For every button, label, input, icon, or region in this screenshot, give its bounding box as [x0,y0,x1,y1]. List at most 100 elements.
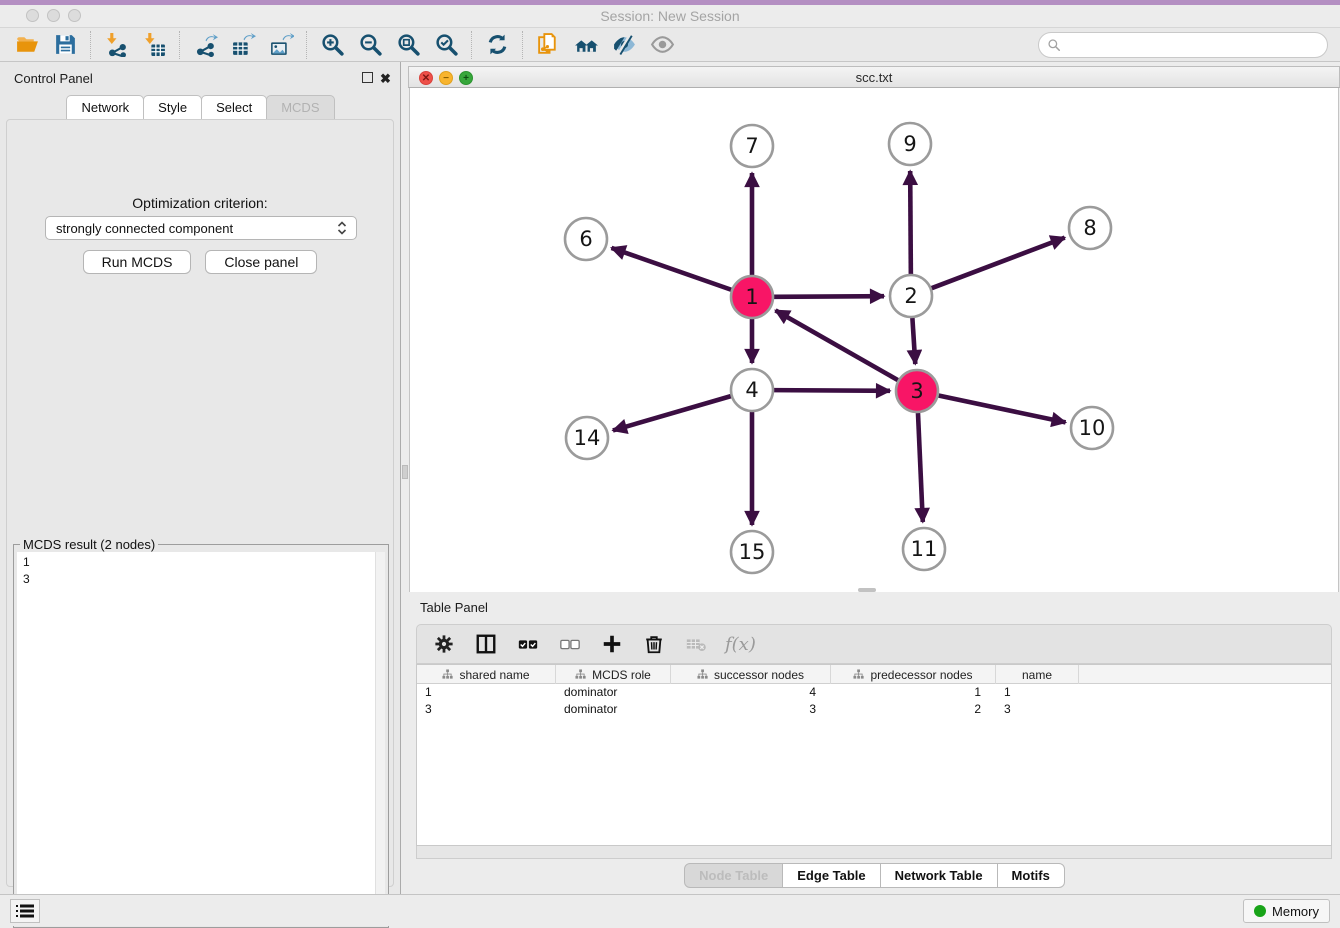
graph-edge-2-8[interactable] [932,238,1065,289]
function-builder-button[interactable]: f(x) [725,634,756,655]
column-header-successor-nodes[interactable]: successor nodes [671,665,831,684]
toolbar-separator [522,31,523,59]
split-view-button[interactable] [473,631,499,657]
network-graph[interactable]: 7968124314101511 [410,88,1339,591]
memory-button[interactable]: Memory [1243,899,1330,923]
search-input[interactable] [1061,38,1327,53]
export-image-button[interactable] [262,30,300,60]
graph-edge-1-6[interactable] [611,248,731,290]
table-toolbar: f(x) [416,624,1332,664]
export-network-button[interactable] [186,30,224,60]
tab-node-table[interactable]: Node Table [684,863,783,888]
column-label: shared name [459,668,529,682]
graph-edge-3-10[interactable] [939,396,1066,423]
table-cell[interactable]: 4 [671,684,831,701]
zoom-fit-button[interactable] [389,30,427,60]
search-icon [1047,38,1061,52]
graph-edge-2-3[interactable] [912,318,915,364]
mcds-panel: Optimization criterion: strongly connect… [6,119,394,887]
table-cell[interactable]: 2 [831,701,996,718]
graph-edge-3-11[interactable] [918,413,923,522]
window-title: Session: New Session [0,8,1340,24]
two-houses-icon [574,32,599,57]
zoom-in-button[interactable] [313,30,351,60]
task-history-button[interactable] [10,899,40,923]
table-cell[interactable]: 1 [417,684,556,701]
graph-edge-1-2[interactable] [774,296,884,297]
close-panel-button[interactable]: Close panel [205,250,317,274]
graph-edge-4-14[interactable] [613,396,731,430]
mcds-result-text[interactable]: 1 3 [17,552,375,923]
new-network-from-selection-button[interactable] [529,30,567,60]
close-panel-icon[interactable]: ✖ [380,71,391,87]
open-session-button[interactable] [8,30,46,60]
tab-network[interactable]: Network [66,95,144,119]
tab-style[interactable]: Style [143,95,202,119]
status-bar: Memory [0,894,1340,926]
tab-edge-table[interactable]: Edge Table [782,863,880,888]
select-all-columns-button[interactable] [515,631,541,657]
delete-table-button[interactable] [683,631,709,657]
node-table[interactable]: shared name MCDS rolesuccessor nodesprede… [416,664,1332,846]
duplicate-network-icon [536,32,561,57]
table-cell[interactable]: dominator [556,684,671,701]
mcds-result-scrollbar[interactable] [375,552,385,923]
table-settings-button[interactable] [431,631,457,657]
export-network-icon [193,32,218,57]
table-row[interactable]: 1dominator411 [417,684,1331,701]
table-row[interactable]: 3dominator323 [417,701,1331,718]
delete-columns-button[interactable] [641,631,667,657]
graph-node-label-6: 6 [579,227,592,251]
memory-label: Memory [1272,904,1319,919]
zoom-out-button[interactable] [351,30,389,60]
toolbar-separator [306,31,307,59]
table-cell[interactable]: 3 [671,701,831,718]
table-cell[interactable]: 3 [996,701,1079,718]
import-table-icon [142,32,167,57]
show-eye-button[interactable] [643,30,681,60]
import-network-button[interactable] [97,30,135,60]
network-window-titlebar[interactable]: ✕ − + scc.txt [408,66,1340,88]
table-cell[interactable]: 1 [996,684,1079,701]
zoom-in-icon [320,32,345,57]
column-header-name[interactable]: name [996,665,1079,684]
search-field[interactable] [1038,32,1328,58]
add-column-button[interactable] [599,631,625,657]
tab-network-table[interactable]: Network Table [880,863,998,888]
tab-motifs[interactable]: Motifs [997,863,1065,888]
table-panel-title: Table Panel [420,600,488,615]
column-header-predecessor-nodes[interactable]: predecessor nodes [831,665,996,684]
hide-eye-button[interactable] [605,30,643,60]
column-header-MCDS-role[interactable]: MCDS role [556,665,671,684]
graph-edge-3-1[interactable] [775,310,897,380]
graph-node-label-1: 1 [745,285,758,309]
graph-edge-4-3[interactable] [774,390,890,391]
deselect-all-columns-button[interactable] [557,631,583,657]
control-panel: Control Panel ✖ NetworkStyleSelectMCDS O… [0,62,400,894]
network-canvas[interactable]: 7968124314101511 [409,88,1339,592]
network-window-title: scc.txt [409,70,1339,85]
graph-edge-2-9[interactable] [910,171,911,274]
float-panel-icon[interactable] [362,71,373,86]
graph-node-label-10: 10 [1079,416,1106,440]
tab-select[interactable]: Select [201,95,267,119]
criterion-dropdown[interactable]: strongly connected component [45,216,357,240]
export-table-icon [231,32,256,57]
refresh-layout-button[interactable] [478,30,516,60]
table-cell[interactable]: dominator [556,701,671,718]
houses-button[interactable] [567,30,605,60]
table-cell[interactable]: 3 [417,701,556,718]
table-panel: Table Panel ✖ f(x) [408,592,1340,894]
zoom-selected-button[interactable] [427,30,465,60]
split-columns-icon [475,633,497,655]
tab-mcds[interactable]: MCDS [266,95,334,119]
panel-splitter[interactable] [400,62,408,894]
table-cell[interactable]: 1 [831,684,996,701]
export-table-button[interactable] [224,30,262,60]
column-header-shared-name[interactable]: shared name [417,665,556,684]
plus-icon [601,633,623,655]
import-table-button[interactable] [135,30,173,60]
save-session-button[interactable] [46,30,84,60]
list-icon [16,904,34,918]
run-mcds-button[interactable]: Run MCDS [83,250,192,274]
